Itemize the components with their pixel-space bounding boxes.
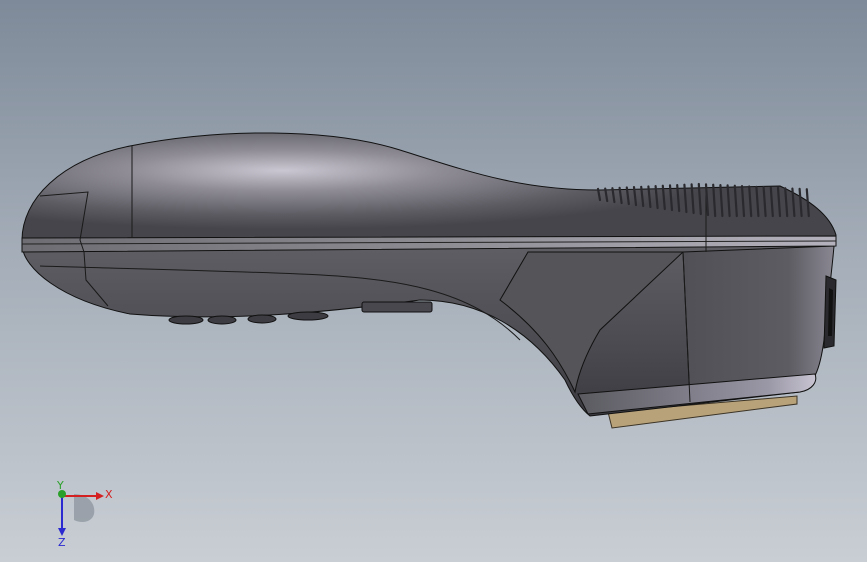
z-axis-label: Z [58, 536, 66, 549]
x-axis-arrow [96, 492, 104, 500]
z-axis-arrow [58, 528, 66, 536]
handheld-device-model[interactable] [0, 0, 867, 562]
coordinate-triad: X Y Z [44, 479, 124, 550]
x-axis-label: X [105, 488, 113, 501]
button-4 [287, 311, 329, 321]
button-2 [207, 315, 237, 325]
triad-graphic: X Y Z [56, 479, 113, 549]
button-3 [247, 314, 277, 324]
triad-shadow [74, 494, 95, 522]
button-1 [168, 315, 204, 325]
slide-switch [361, 301, 433, 313]
connector-port [823, 275, 837, 349]
cad-viewport[interactable]: X Y Z [0, 0, 867, 562]
y-axis-label: Y [56, 480, 64, 492]
